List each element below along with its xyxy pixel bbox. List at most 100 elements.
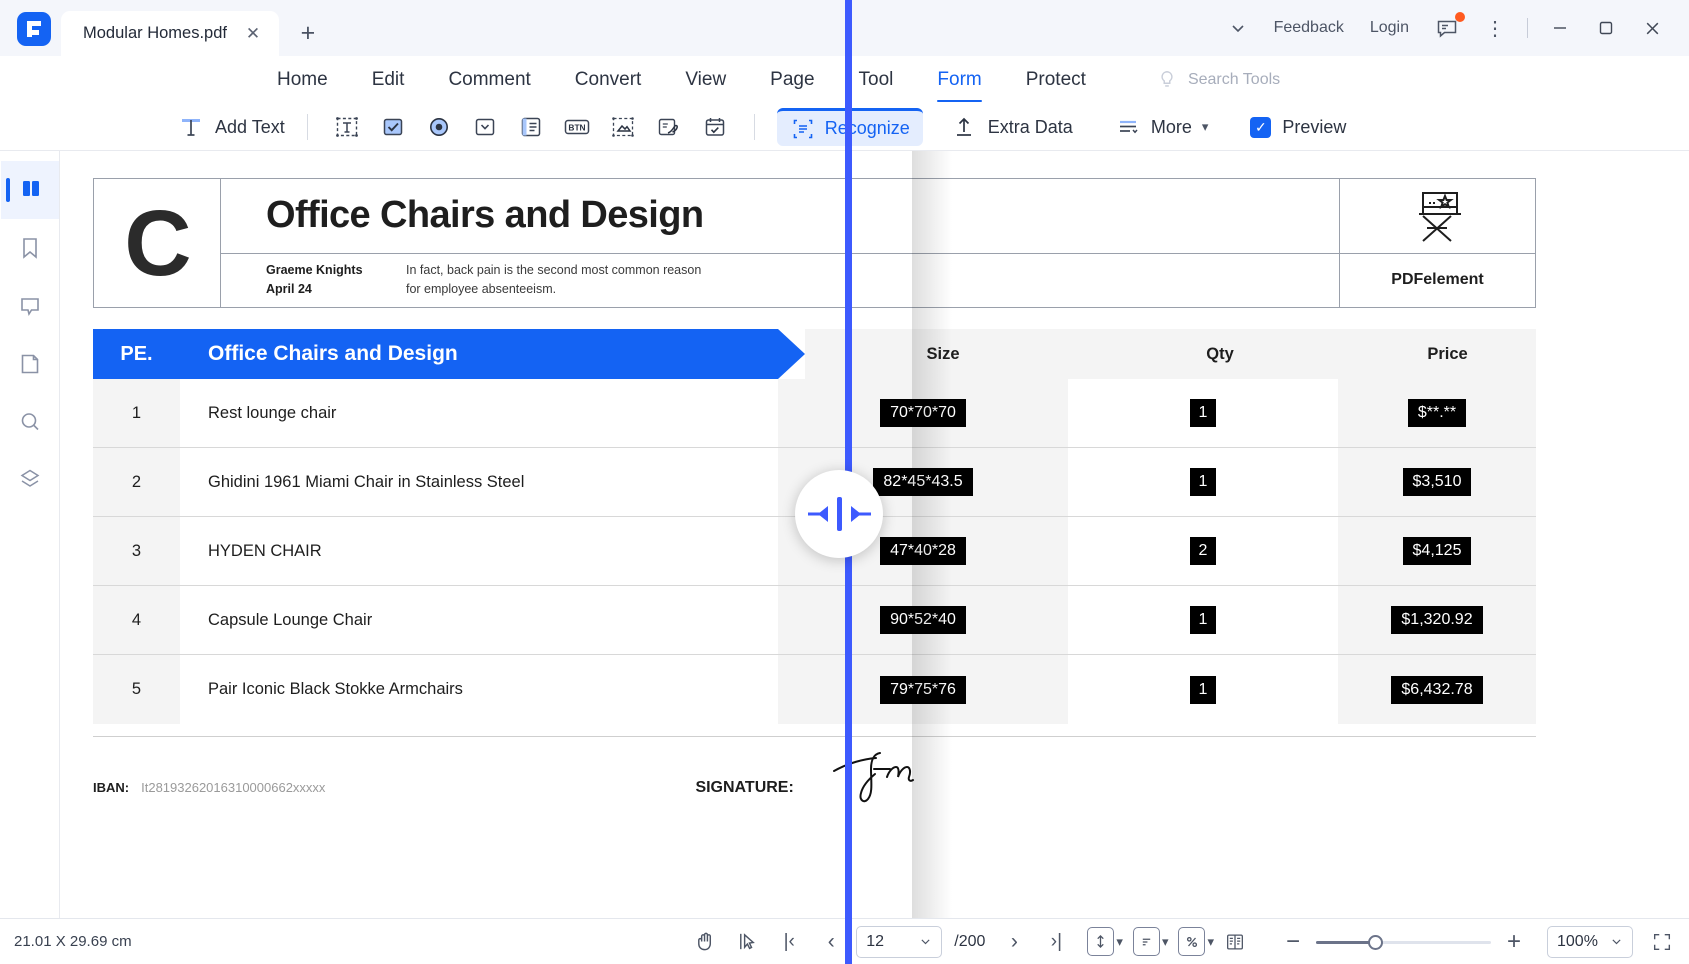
search-tools[interactable]: Search Tools: [1156, 69, 1280, 91]
tab-title: Modular Homes.pdf: [83, 24, 227, 42]
form-field-price[interactable]: $1,320.92: [1391, 606, 1483, 634]
extra-data-label: Extra Data: [987, 116, 1073, 137]
notifications-icon[interactable]: [1422, 0, 1472, 56]
page-number-input[interactable]: 12: [856, 925, 943, 958]
form-field-price[interactable]: $3,510: [1402, 468, 1472, 496]
director-chair-icon: [1340, 179, 1535, 254]
lightbulb-icon: [1161, 71, 1173, 87]
more-options-icon[interactable]: ⋮: [1472, 0, 1518, 56]
zoom-percent-icon[interactable]: [1178, 927, 1206, 956]
preview-checkbox[interactable]: ✓: [1250, 116, 1272, 138]
close-window-button[interactable]: [1629, 0, 1675, 56]
more-icon: [1119, 120, 1138, 134]
push-button-field-icon[interactable]: BTN: [554, 108, 600, 146]
split-view-shadow: [912, 151, 952, 918]
form-field-price[interactable]: $6,432.78: [1391, 675, 1483, 704]
menu-item-convert[interactable]: Convert: [553, 56, 664, 104]
last-page-button[interactable]: ›|: [1035, 925, 1077, 959]
chevron-down-icon[interactable]: ▾: [1116, 934, 1123, 950]
fullscreen-icon: [1653, 933, 1671, 950]
sidebar-item-comments[interactable]: [1, 277, 59, 335]
document-author: Graeme Knights: [266, 262, 363, 277]
fit-page-group[interactable]: ▾: [1087, 927, 1123, 956]
menu-item-protect[interactable]: Protect: [1004, 56, 1108, 104]
sidebar-item-bookmarks[interactable]: [1, 219, 59, 277]
text-field-icon[interactable]: [324, 108, 370, 146]
menu-item-comment[interactable]: Comment: [426, 56, 552, 104]
zoom-out-button[interactable]: −: [1282, 929, 1304, 954]
preview-toggle[interactable]: ✓ Preview: [1244, 108, 1352, 146]
chevron-down-icon[interactable]: [1215, 0, 1261, 56]
form-field-qty[interactable]: 2: [1189, 537, 1217, 565]
preview-label: Preview: [1282, 116, 1347, 137]
more-button[interactable]: More ▾: [1109, 108, 1215, 146]
zoom-slider[interactable]: [1316, 933, 1491, 951]
select-tool-button[interactable]: [726, 925, 768, 959]
image-field-icon[interactable]: [600, 108, 646, 146]
fullscreen-button[interactable]: [1651, 931, 1673, 953]
hand-tool-button[interactable]: [684, 925, 726, 959]
cell-price: $1,320.92: [1338, 586, 1536, 654]
radio-button-field-icon[interactable]: [416, 108, 462, 146]
menu-item-view[interactable]: View: [663, 56, 748, 104]
form-field-qty[interactable]: 1: [1189, 468, 1217, 496]
page-layout-group[interactable]: ▾: [1132, 927, 1169, 956]
page-number-value: 12: [866, 932, 885, 950]
feedback-button[interactable]: Feedback: [1261, 0, 1357, 56]
zoom-level-select[interactable]: 100%: [1547, 925, 1633, 958]
column-header-price: Price: [1427, 344, 1468, 363]
table-row: 1 Rest lounge chair 70*70*70 1 $**.**: [93, 379, 1536, 448]
document-tab[interactable]: Modular Homes.pdf ✕: [61, 11, 279, 56]
cell-index: 5: [93, 655, 180, 724]
sidebar-item-layers[interactable]: [1, 451, 59, 509]
fit-height-icon[interactable]: [1087, 927, 1115, 956]
next-page-button[interactable]: ›: [993, 925, 1035, 959]
form-field-price[interactable]: $**.**: [1407, 399, 1467, 427]
extra-data-button[interactable]: Extra Data: [945, 108, 1079, 146]
document-logo-letter: C: [124, 190, 191, 295]
recognize-icon: [793, 119, 813, 138]
form-field-qty[interactable]: 1: [1189, 399, 1217, 427]
menu-item-home[interactable]: Home: [255, 56, 350, 104]
login-button[interactable]: Login: [1357, 0, 1422, 56]
document-subheader-row: Graeme Knights April 24 In fact, back pa…: [221, 254, 1339, 307]
zoom-in-button[interactable]: +: [1503, 929, 1525, 954]
chevron-down-icon[interactable]: ▾: [1162, 934, 1169, 950]
form-field-qty[interactable]: 1: [1189, 606, 1217, 634]
document-note-line2: for employee absenteeism.: [406, 282, 557, 297]
sidebar-item-thumbnails[interactable]: [0, 161, 59, 219]
search-tools-placeholder: Search Tools: [1187, 71, 1281, 88]
form-field-price[interactable]: $4,125: [1402, 537, 1472, 565]
page-layout-icon[interactable]: [1132, 927, 1160, 956]
maximize-button[interactable]: [1583, 0, 1629, 56]
form-field-qty[interactable]: 1: [1189, 675, 1217, 704]
document-header-right: PDFelement: [1339, 179, 1535, 307]
cell-qty: 1: [1068, 586, 1338, 654]
new-tab-icon[interactable]: +: [291, 16, 325, 50]
checkbox-field-icon[interactable]: [370, 108, 416, 146]
first-page-button[interactable]: |‹: [768, 925, 810, 959]
document-title: Office Chairs and Design: [266, 194, 704, 237]
menu-item-page[interactable]: Page: [748, 56, 836, 104]
reading-mode-button[interactable]: [1214, 925, 1256, 959]
zoom-preset-group[interactable]: ▾: [1178, 927, 1214, 956]
cell-product-name: Ghidini 1961 Miami Chair in Stainless St…: [180, 448, 778, 516]
close-tab-icon[interactable]: ✕: [241, 22, 265, 46]
add-text-icon: [182, 119, 200, 136]
cell-product-name: Rest lounge chair: [180, 379, 778, 447]
zoom-slider-knob[interactable]: [1368, 934, 1383, 950]
minimize-button[interactable]: [1537, 0, 1583, 56]
cell-product-name: Pair Iconic Black Stokke Armchairs: [180, 655, 778, 724]
recognize-label: Recognize: [824, 118, 910, 138]
list-box-field-icon[interactable]: [508, 108, 554, 146]
sidebar-item-search[interactable]: [1, 393, 59, 451]
split-view-handle[interactable]: [795, 470, 883, 558]
combo-box-field-icon[interactable]: [462, 108, 508, 146]
menu-item-edit[interactable]: Edit: [350, 56, 427, 104]
add-text-button[interactable]: Add Text: [172, 108, 291, 146]
date-field-icon[interactable]: [692, 108, 738, 146]
signature-field-icon[interactable]: [646, 108, 692, 146]
sidebar-item-attachments[interactable]: [1, 335, 59, 393]
chevron-down-icon: [921, 939, 930, 945]
menu-item-form[interactable]: Form: [915, 56, 1003, 104]
